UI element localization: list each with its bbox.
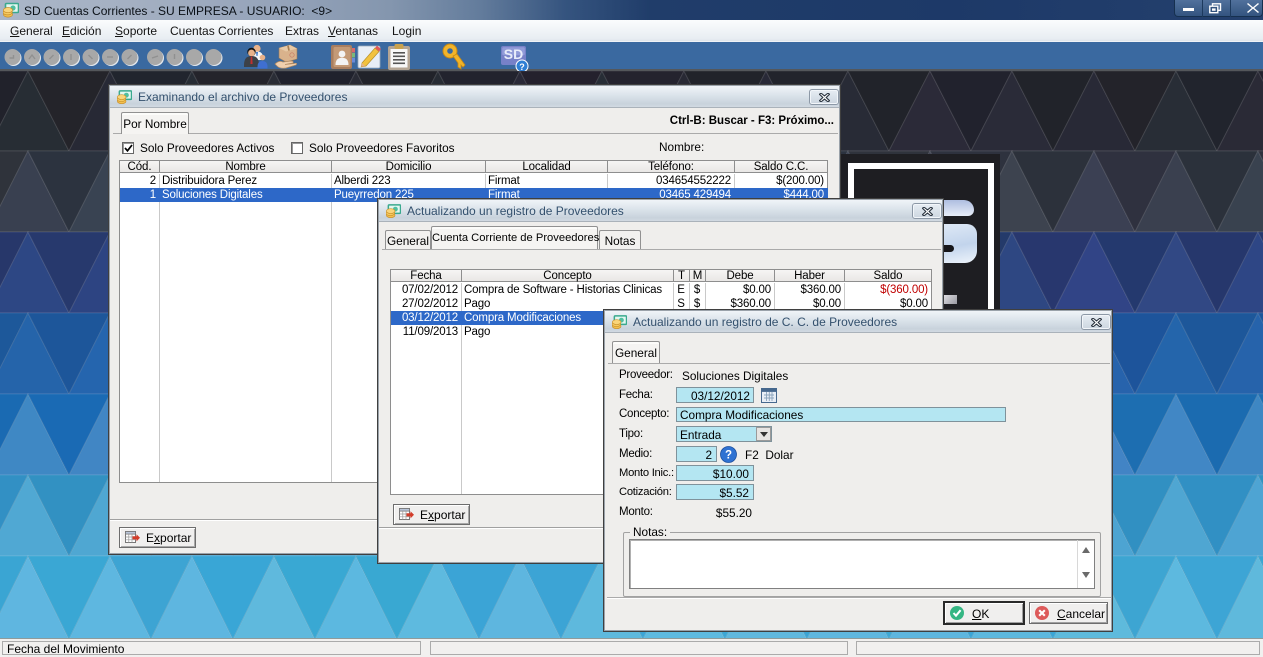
- svg-text:SD: SD: [504, 46, 523, 62]
- svg-text:?: ?: [519, 62, 525, 71]
- svg-text:?: ?: [725, 450, 732, 462]
